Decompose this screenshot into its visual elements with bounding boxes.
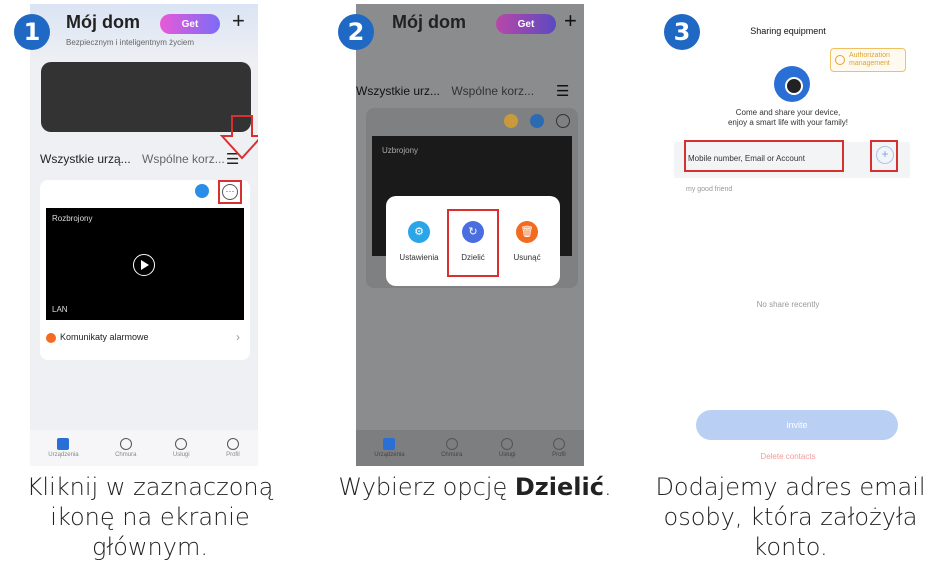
camera-preview[interactable]: Rozbrojony LAN: [46, 208, 244, 320]
step-badge: 3: [664, 14, 700, 50]
tab-all-devices[interactable]: Wszystkie urzą...: [40, 152, 131, 166]
alarm-row[interactable]: Komunikaty alarmowe: [46, 332, 149, 343]
highlight-box: [870, 140, 898, 172]
page-title: Sharing equipment: [750, 26, 826, 36]
nav-label: Chmura: [441, 452, 463, 458]
auth-label: Authorization management: [849, 52, 890, 67]
cloud-nav-icon: [445, 438, 458, 450]
device-tabs: Wszystkie urz... Wspólne korz...: [356, 84, 534, 98]
nav-label: Profil: [552, 452, 566, 458]
signal-icon: [504, 114, 518, 128]
more-options-icon[interactable]: [556, 114, 570, 128]
alarm-label: Komunikaty alarmowe: [60, 332, 149, 342]
settings-icon: ⚙: [408, 220, 430, 243]
bottom-nav: Urządzenia Chmura Usługi Profil: [30, 430, 258, 466]
share-menu-screen: Mój dom Get + Wszystkie urz... Wspólne k…: [356, 4, 584, 466]
add-device-icon[interactable]: +: [232, 8, 245, 34]
invite-button[interactable]: invite: [696, 410, 898, 440]
add-device-icon[interactable]: +: [564, 8, 577, 34]
nav-devices[interactable]: Urządzenia: [374, 438, 405, 458]
trash-icon: 🗑: [516, 220, 538, 243]
caption-text: Wybierz opcję: [338, 473, 515, 501]
step-badge: 1: [14, 14, 50, 50]
nav-label: Profil: [226, 452, 240, 458]
camera-status: Uzbrojony: [382, 146, 419, 155]
nav-label: Usługi: [172, 452, 190, 458]
delete-contacts-link[interactable]: Delete contacts: [666, 452, 910, 461]
settings-option[interactable]: ⚙ Ustawienia: [395, 220, 443, 262]
cloud-icon[interactable]: [195, 184, 209, 198]
home-icon: [57, 438, 70, 450]
home-subtitle: Bezpiecznym i inteligentnym życiem: [66, 38, 195, 47]
chevron-right-icon: ›: [236, 330, 240, 344]
caption-bold: Dzielić: [514, 473, 604, 501]
message-line: Come and share your device,: [735, 108, 841, 117]
profile-icon: [226, 438, 239, 450]
bottom-nav: Urządzenia Chmura Usługi Profil: [356, 430, 584, 466]
tab-all-devices[interactable]: Wszystkie urz...: [356, 84, 440, 98]
home-title: Mój dom: [66, 12, 140, 32]
tab-shared-devices[interactable]: Wspólne korz...: [451, 84, 534, 98]
step-badge: 2: [338, 14, 374, 50]
nav-devices[interactable]: Urządzenia: [48, 438, 79, 458]
delete-option[interactable]: 🗑 Usunąć: [503, 220, 551, 262]
profile-icon: [552, 438, 565, 450]
nav-cloud[interactable]: Chmura: [115, 438, 136, 458]
step-caption: Kliknij w zaznaczoną ikonę na ekranie gł…: [26, 473, 274, 561]
empty-state: No share recently: [756, 300, 820, 309]
sharing-equipment-screen: Sharing equipment Authorization manageme…: [666, 4, 910, 466]
authorization-management-button[interactable]: Authorization management: [830, 48, 906, 72]
menu-icon[interactable]: ☰: [556, 82, 569, 100]
home-icon: [383, 438, 396, 450]
nav-services[interactable]: Usługi: [499, 438, 516, 458]
cloud-icon[interactable]: [530, 114, 544, 128]
nav-label: Urządzenia: [48, 452, 79, 458]
nav-services[interactable]: Usługi: [173, 438, 190, 458]
bell-icon: [46, 332, 56, 343]
cloud-nav-icon: [119, 438, 132, 450]
highlight-box: [218, 180, 242, 204]
step-caption: Dodajemy adres email osoby, która założy…: [655, 473, 926, 561]
tutorial-page: Mój dom Bezpiecznym i inteligentnym życi…: [0, 0, 931, 569]
device-tabs: Wszystkie urzą... Wspólne korz...: [40, 152, 225, 166]
device-action-popup: ⚙ Ustawienia ↻ Dzielić 🗑 Usunąć: [386, 196, 560, 286]
nav-profile[interactable]: Profil: [226, 438, 240, 458]
share-option[interactable]: ↻ Dzielić: [447, 208, 499, 277]
tab-shared-devices[interactable]: Wspólne korz...: [142, 152, 225, 166]
home-screen: Mój dom Bezpiecznym i inteligentnym życi…: [30, 4, 258, 466]
header-gradient: [30, 4, 258, 64]
caption-text: .: [603, 473, 612, 501]
get-button[interactable]: Get: [496, 14, 556, 34]
get-button[interactable]: Get: [160, 14, 220, 34]
nav-cloud[interactable]: Chmura: [441, 438, 462, 458]
play-icon[interactable]: [133, 254, 155, 276]
friend-label: my good friend: [686, 186, 733, 193]
network-label: LAN: [52, 305, 68, 314]
share-message: Come and share your device, enjoy a smar…: [666, 108, 910, 128]
camera-status: Rozbrojony: [52, 214, 93, 223]
services-icon: [175, 438, 188, 450]
nav-label: Usługi: [498, 452, 516, 458]
gear-icon: [835, 55, 845, 65]
nav-label: Urządzenia: [374, 452, 405, 458]
services-icon: [501, 438, 514, 450]
nav-label: Chmura: [115, 452, 137, 458]
home-title: Mój dom: [392, 12, 466, 32]
highlight-box: [447, 208, 499, 277]
step-caption: Wybierz opcję Dzielić.: [330, 472, 620, 502]
option-label: Ustawienia: [399, 252, 439, 262]
camera-logo-icon: [774, 66, 810, 102]
pointer-arrow-icon: [220, 115, 258, 160]
option-label: Usunąć: [513, 252, 541, 262]
highlight-box: [684, 140, 844, 172]
message-line: enjoy a smart life with your family!: [727, 118, 849, 127]
nav-profile[interactable]: Profil: [552, 438, 566, 458]
